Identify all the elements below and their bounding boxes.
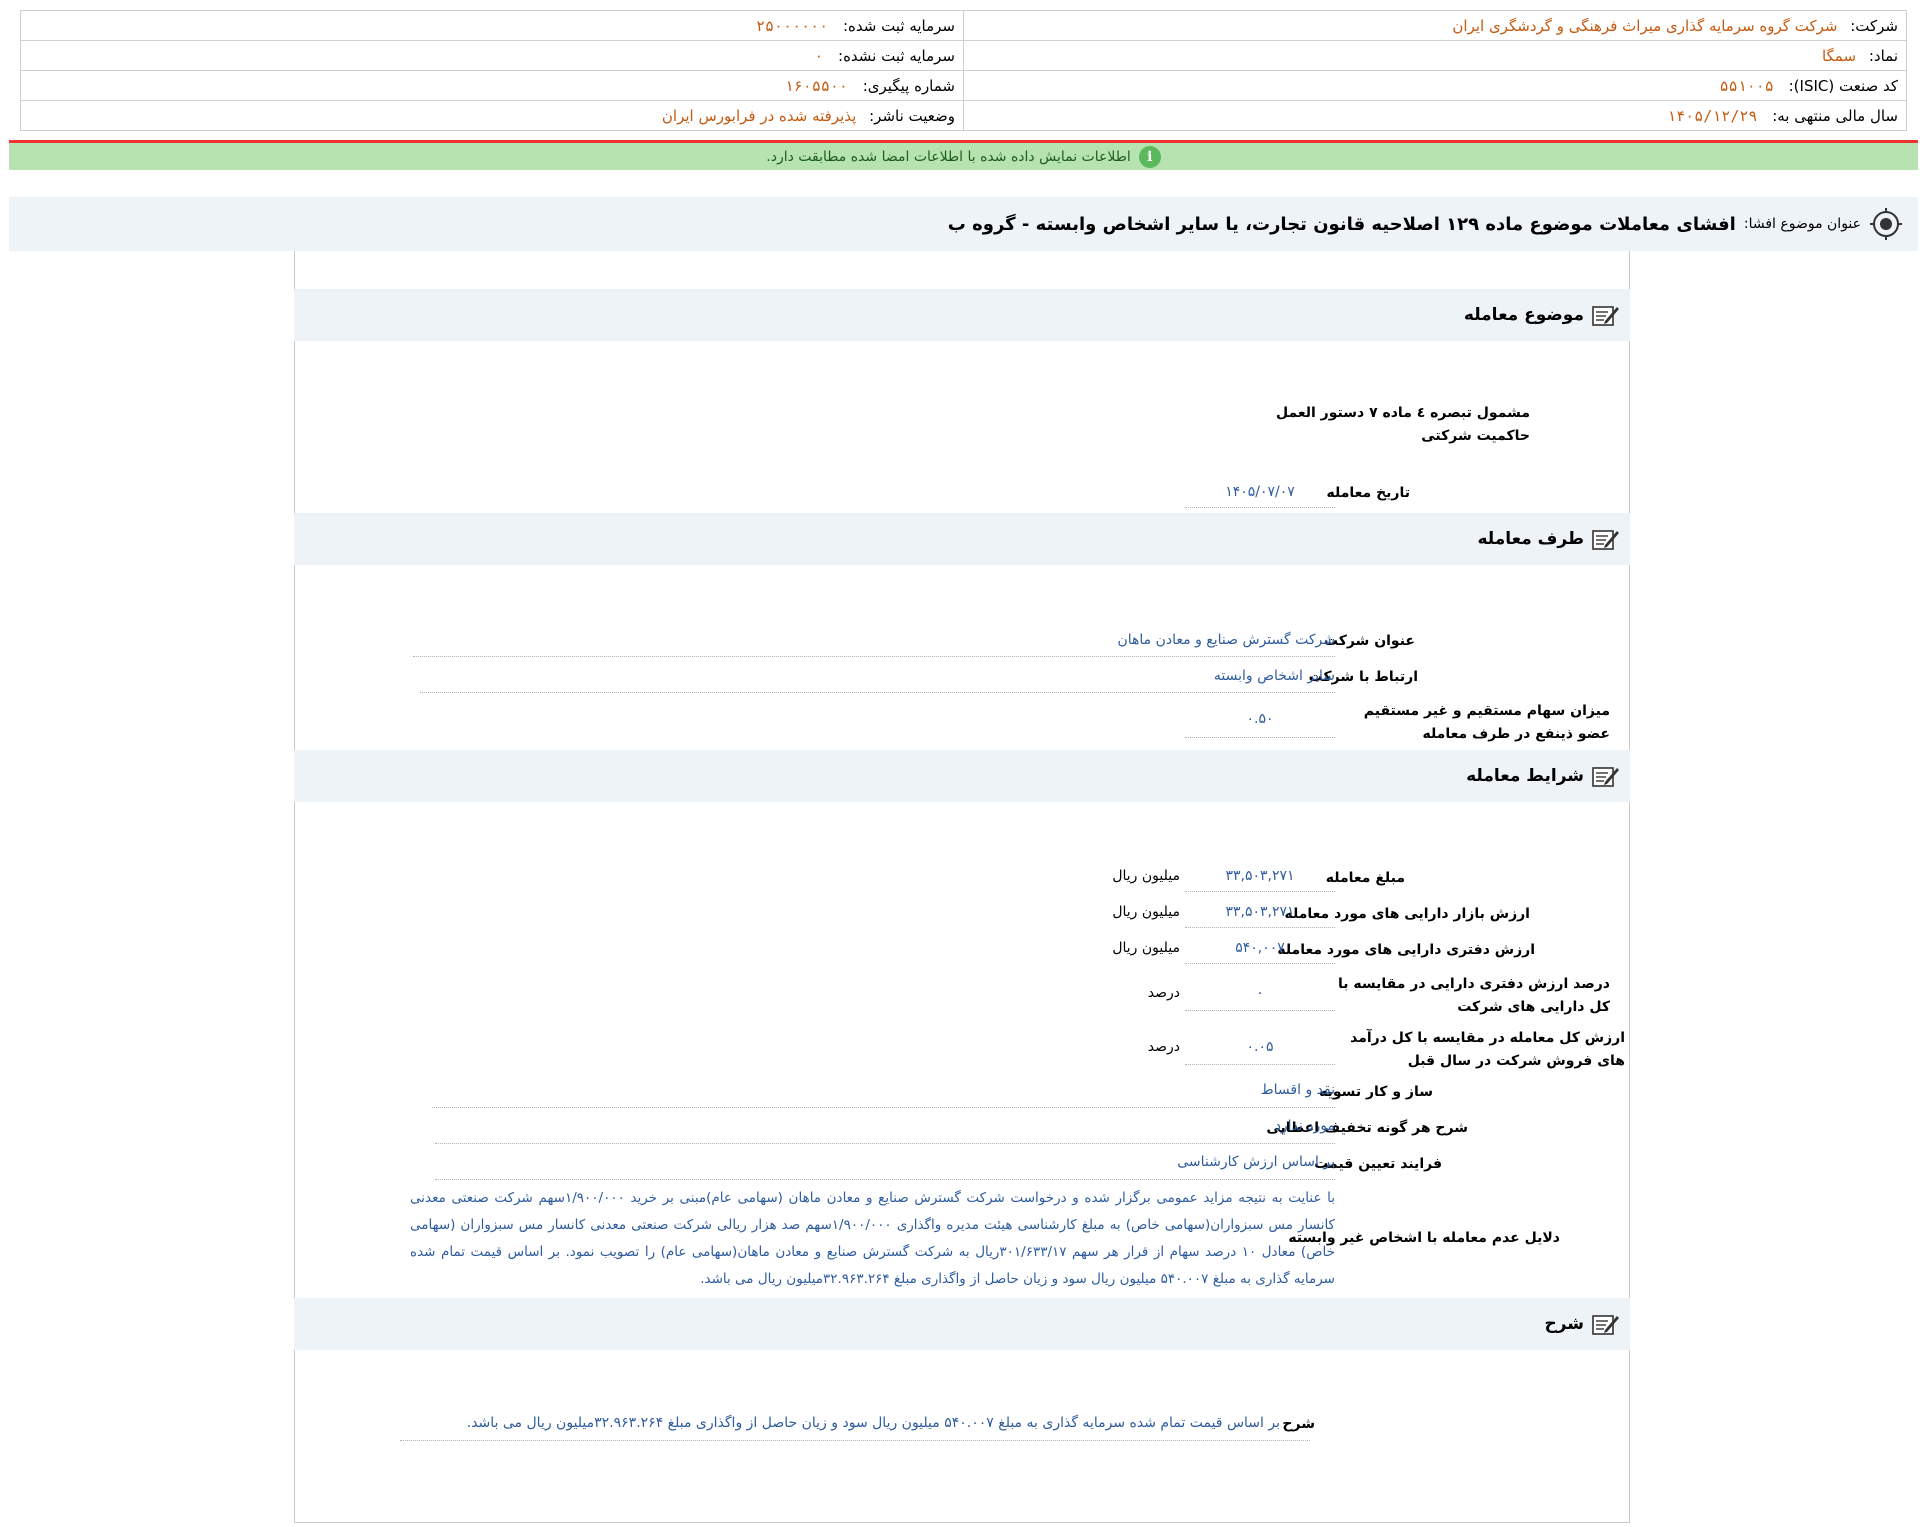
registered-capital-cell: سرمایه ثبت شده: ۲۵۰۰۰۰۰۰ [20, 10, 964, 41]
section-header-terms: شرایط معامله [294, 750, 1630, 802]
description-value: بر اساس قیمت تمام شده سرمایه گذاری به مب… [466, 1415, 1280, 1431]
sales-percent-label: ارزش کل معامله در مقایسه با کل درآمد های… [1350, 1030, 1625, 1069]
section-header-description: شرح [294, 1298, 1630, 1350]
fiscal-year-label: سال مالی منتهی به: [1772, 106, 1898, 125]
notice-text: اطلاعات نمایش داده شده با اطلاعات امضا ش… [766, 148, 1131, 165]
unregistered-capital-value: ۰ [814, 46, 824, 65]
edit-icon [1592, 306, 1619, 326]
book-percent-label: درصد ارزش دفتری دارایی در مقایسه با کل د… [1338, 976, 1610, 1015]
pricing-value: بر اساس ارزش کارشناسی [1177, 1154, 1335, 1170]
description-underline [400, 1440, 1310, 1441]
reasons-value: با عنایت به نتیجه مزاید عمومی برگزار شده… [410, 1190, 1335, 1287]
amount-label: مبلغ معامله [1325, 870, 1405, 886]
party-company-label: عنوان شرکت [1323, 633, 1415, 649]
subject-label: عنوان موضوع افشا: [1743, 216, 1861, 232]
market-value-value: ۳۳,۵۰۳,۲۷۱ [1225, 904, 1295, 920]
settlement-label: ساز و کار تسویه [1319, 1084, 1433, 1100]
publisher-status-value: پذیرفته شده در فرابورس ایران [661, 106, 857, 125]
disclosure-subject-bar: عنوان موضوع افشا: افشای معاملات موضوع ما… [9, 197, 1918, 251]
registered-capital-label: سرمایه ثبت شده: [843, 16, 955, 35]
fiscal-year-value: ۱۴۰۵/۱۲/۲۹ [1667, 106, 1758, 125]
book-percent-unit: درصد [1147, 985, 1180, 1001]
settlement-underline [432, 1107, 1335, 1108]
symbol-value: سمگا [1821, 46, 1857, 65]
symbol-cell: نماد: سمگا [963, 40, 1907, 71]
settlement-value: نقد و اقساط [1260, 1082, 1335, 1098]
subject-title: افشای معاملات موضوع ماده ۱۲۹ اصلاحیه قان… [947, 213, 1736, 235]
company-value: شرکت گروه سرمایه گذاری میراث فرهنگی و گر… [1452, 16, 1838, 35]
pricing-underline [435, 1179, 1335, 1180]
sales-percent-value: ۰.۰۵ [1246, 1039, 1274, 1055]
market-underline [1185, 927, 1335, 928]
shares-value: ۰.۵۰ [1246, 711, 1274, 727]
governance-note: مشمول تبصره ٤ ماده ٧ دستور العمل حاکمیت … [1275, 405, 1530, 444]
tracking-value: ۱۶۰۵۵۰۰ [784, 76, 848, 95]
section-title-terms: شرایط معامله [1466, 766, 1584, 786]
shares-label: میزان سهام مستقیم و غیر مستقیم عضو ذینفع… [1363, 703, 1610, 742]
edit-icon [1592, 530, 1619, 550]
transaction-date-value: ۱۴۰۵/۰۷/۰۷ [1225, 484, 1295, 500]
unregistered-capital-cell: سرمایه ثبت نشده: ۰ [20, 40, 964, 71]
tracking-cell: شماره پیگیری: ۱۶۰۵۵۰۰ [20, 70, 964, 101]
book-percent-underline [1185, 1010, 1335, 1011]
symbol-label: نماد: [1868, 46, 1898, 65]
book-value-value: ۵۴۰,۰۰۷ [1235, 940, 1285, 956]
info-icon: i [1138, 145, 1161, 168]
registered-capital-value: ۲۵۰۰۰۰۰۰ [755, 16, 829, 35]
shares-underline [1185, 737, 1335, 738]
amount-unit: میلیون ریال [1112, 868, 1180, 884]
sales-percent-underline [1185, 1064, 1335, 1065]
sales-percent-unit: درصد [1147, 1039, 1180, 1055]
publisher-status-cell: وضعیت ناشر: پذیرفته شده در فرابورس ایران [20, 100, 964, 131]
isic-value: ۵۵۱۰۰۵ [1719, 76, 1774, 95]
book-percent-value: ۰ [1256, 985, 1264, 1001]
edit-icon [1592, 767, 1619, 787]
description-label: شرح [1282, 1416, 1315, 1432]
signature-match-notice: i اطلاعات نمایش داده شده با اطلاعات امضا… [9, 140, 1918, 170]
company-label: شرکت: [1850, 16, 1898, 35]
transaction-date-label: تاریخ معامله [1326, 485, 1411, 501]
party-company-value: شرکت گسترش صنایع و معادن ماهان [1117, 632, 1335, 648]
book-unit: میلیون ریال [1112, 940, 1180, 956]
party-company-underline [413, 656, 1335, 657]
company-info-table: شرکت: شرکت گروه سرمایه گذاری میراث فرهنگ… [20, 10, 1907, 131]
relation-underline [420, 692, 1335, 693]
edit-icon [1592, 1315, 1619, 1335]
amount-underline [1185, 891, 1335, 892]
isic-cell: کد صنعت (ISIC): ۵۵۱۰۰۵ [963, 70, 1907, 101]
target-icon [1870, 208, 1902, 240]
section-title-description: شرح [1544, 1314, 1584, 1334]
fiscal-year-cell: سال مالی منتهی به: ۱۴۰۵/۱۲/۲۹ [963, 100, 1907, 131]
section-title-subject: موضوع معامله [1463, 305, 1584, 325]
section-title-party: طرف معامله [1477, 529, 1584, 549]
unregistered-capital-label: سرمایه ثبت نشده: [838, 46, 955, 65]
company-cell: شرکت: شرکت گروه سرمایه گذاری میراث فرهنگ… [963, 10, 1907, 41]
relation-value: سایر اشخاص وابسته [1213, 668, 1335, 684]
section-header-party: طرف معامله [294, 513, 1630, 565]
tracking-label: شماره پیگیری: [862, 76, 955, 95]
discount-underline [435, 1143, 1335, 1144]
isic-label: کد صنعت (ISIC): [1788, 76, 1898, 95]
discount-value: مورد ندارد [1274, 1118, 1335, 1134]
book-underline [1185, 963, 1335, 964]
publisher-status-label: وضعیت ناشر: [869, 106, 955, 125]
section-header-subject: موضوع معامله [294, 289, 1630, 341]
date-underline [1185, 507, 1335, 508]
market-unit: میلیون ریال [1112, 904, 1180, 920]
amount-value: ۳۳,۵۰۳,۲۷۱ [1225, 868, 1295, 884]
